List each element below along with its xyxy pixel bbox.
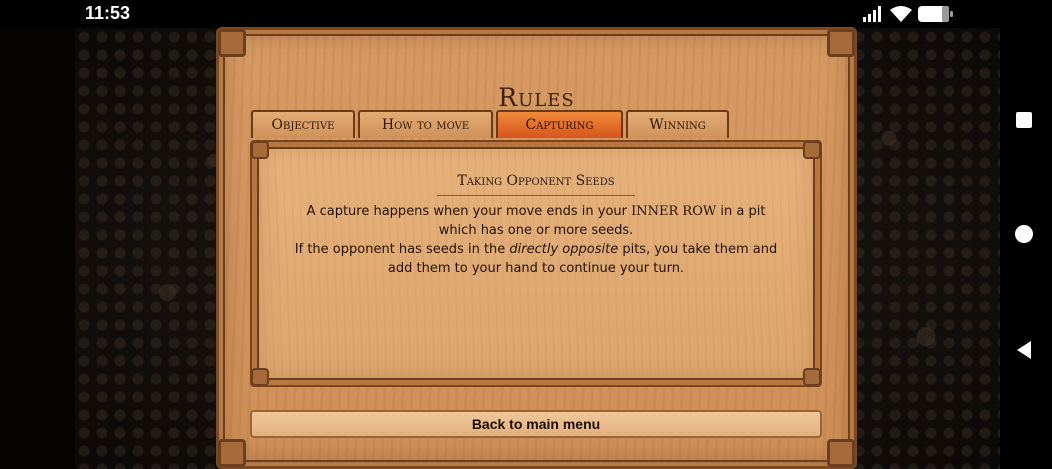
body-text-line: which has one or more seeds. [438, 223, 634, 238]
body-text-line: add them to your hand to continue your t… [387, 261, 685, 276]
tab-how-to-move[interactable]: How to move [358, 110, 493, 138]
body-text-fragment: in a pit [716, 204, 766, 219]
system-nav-bar [1000, 28, 1052, 469]
rules-dialog: Rules Objective How to move Capturing Wi… [216, 27, 857, 469]
wifi-icon [890, 5, 912, 22]
recent-apps-icon[interactable] [1014, 110, 1034, 130]
inner-row-term: INNER ROW [631, 204, 717, 219]
tab-winning[interactable]: Winning [626, 110, 729, 138]
battery-icon [918, 6, 953, 22]
body-text-fragment: pits, you take them and [618, 242, 778, 257]
dialog-title: Rules [498, 83, 575, 112]
rules-content-panel: Taking Opponent Seeds A capture happens … [250, 140, 822, 387]
back-to-main-menu-button[interactable]: Back to main menu [250, 410, 822, 438]
body-text-fragment: If the opponent has seeds in the [294, 242, 510, 257]
directly-opposite-term: directly opposite [509, 242, 619, 257]
back-icon[interactable] [1014, 340, 1034, 360]
status-bar: 11:53 [0, 0, 1052, 28]
section-divider [437, 195, 635, 196]
body-text-fragment: A capture happens when your move ends in… [306, 204, 632, 219]
rules-body-text: A capture happens when your move ends in… [280, 202, 792, 278]
home-icon[interactable] [1014, 224, 1034, 244]
tab-objective[interactable]: Objective [251, 110, 355, 138]
section-title: Taking Opponent Seeds [457, 173, 615, 189]
status-time: 11:53 [85, 3, 131, 23]
tab-capturing[interactable]: Capturing [496, 110, 623, 138]
signal-icon [863, 6, 881, 22]
